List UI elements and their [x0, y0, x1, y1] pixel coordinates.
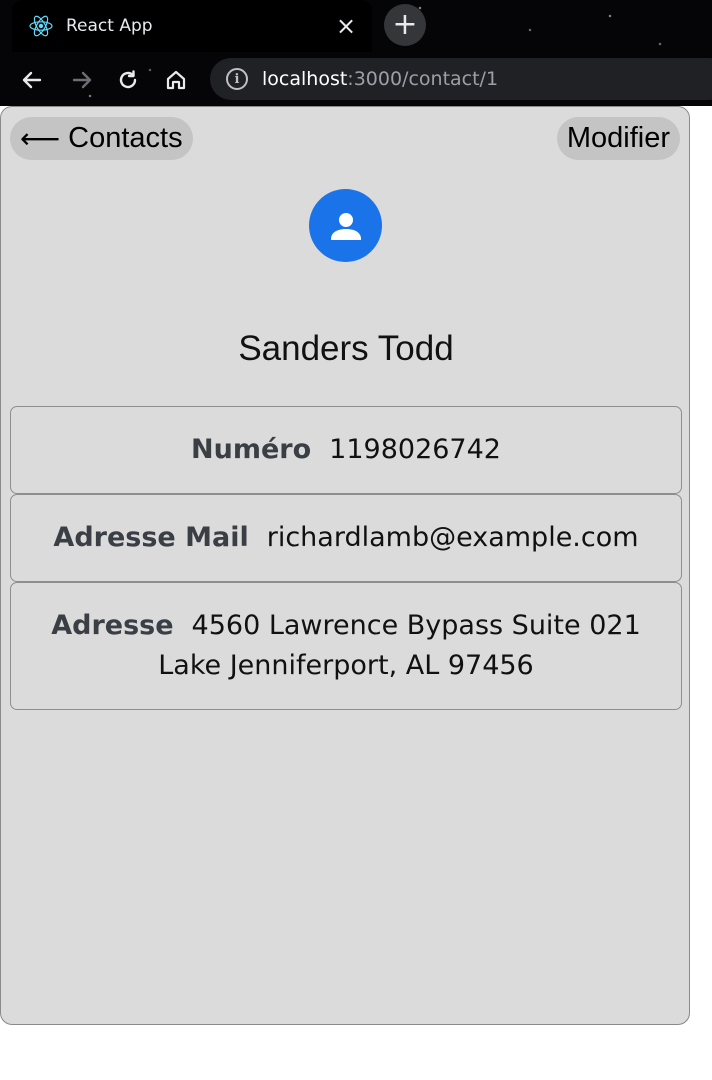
url-host: localhost [262, 68, 348, 90]
contact-detail-card: ⟵ Contacts Modifier Sanders Todd Numéro 1… [0, 106, 690, 1025]
avatar-person-icon [309, 189, 382, 262]
edit-contact-button[interactable]: Modifier [556, 117, 680, 160]
contact-name: Sanders Todd [238, 329, 454, 368]
info-icon[interactable]: i [226, 68, 248, 90]
phone-row: Numéro 1198026742 [10, 406, 682, 494]
browser-tab[interactable]: React App × [12, 0, 372, 52]
close-tab-icon[interactable]: × [332, 12, 360, 40]
address-line-2: Lake Jenniferport, AL 97456 [158, 650, 534, 681]
react-favicon-icon [28, 13, 54, 39]
back-arrow-icon[interactable] [16, 64, 48, 96]
tab-title: React App [66, 16, 153, 36]
email-value: richardlamb@example.com [266, 522, 639, 553]
url-path: :3000/contact/1 [347, 68, 499, 90]
address-row: Adresse 4560 Lawrence Bypass Suite 021 La… [10, 582, 682, 710]
back-button-label: Contacts [68, 122, 183, 154]
back-to-contacts-button[interactable]: ⟵ Contacts [10, 117, 193, 160]
address-line-1: 4560 Lawrence Bypass Suite 021 [191, 610, 641, 641]
address-label: Adresse [51, 610, 174, 641]
browser-chrome: React App × + i localhost :3000/contact/… [0, 0, 712, 106]
address-bar[interactable]: i localhost :3000/contact/1 [210, 58, 712, 100]
home-icon[interactable] [160, 64, 192, 96]
browser-toolbar: i localhost :3000/contact/1 [0, 52, 712, 106]
forward-arrow-icon[interactable] [66, 64, 98, 96]
back-arrow-icon: ⟵ [20, 122, 61, 155]
email-label: Adresse Mail [53, 522, 249, 553]
email-row: Adresse Mail richardlamb@example.com [10, 494, 682, 582]
phone-label: Numéro [191, 434, 312, 465]
edit-button-label: Modifier [566, 122, 670, 154]
reload-icon[interactable] [112, 64, 144, 96]
new-tab-icon[interactable]: + [384, 4, 426, 46]
phone-value: 1198026742 [329, 434, 501, 465]
